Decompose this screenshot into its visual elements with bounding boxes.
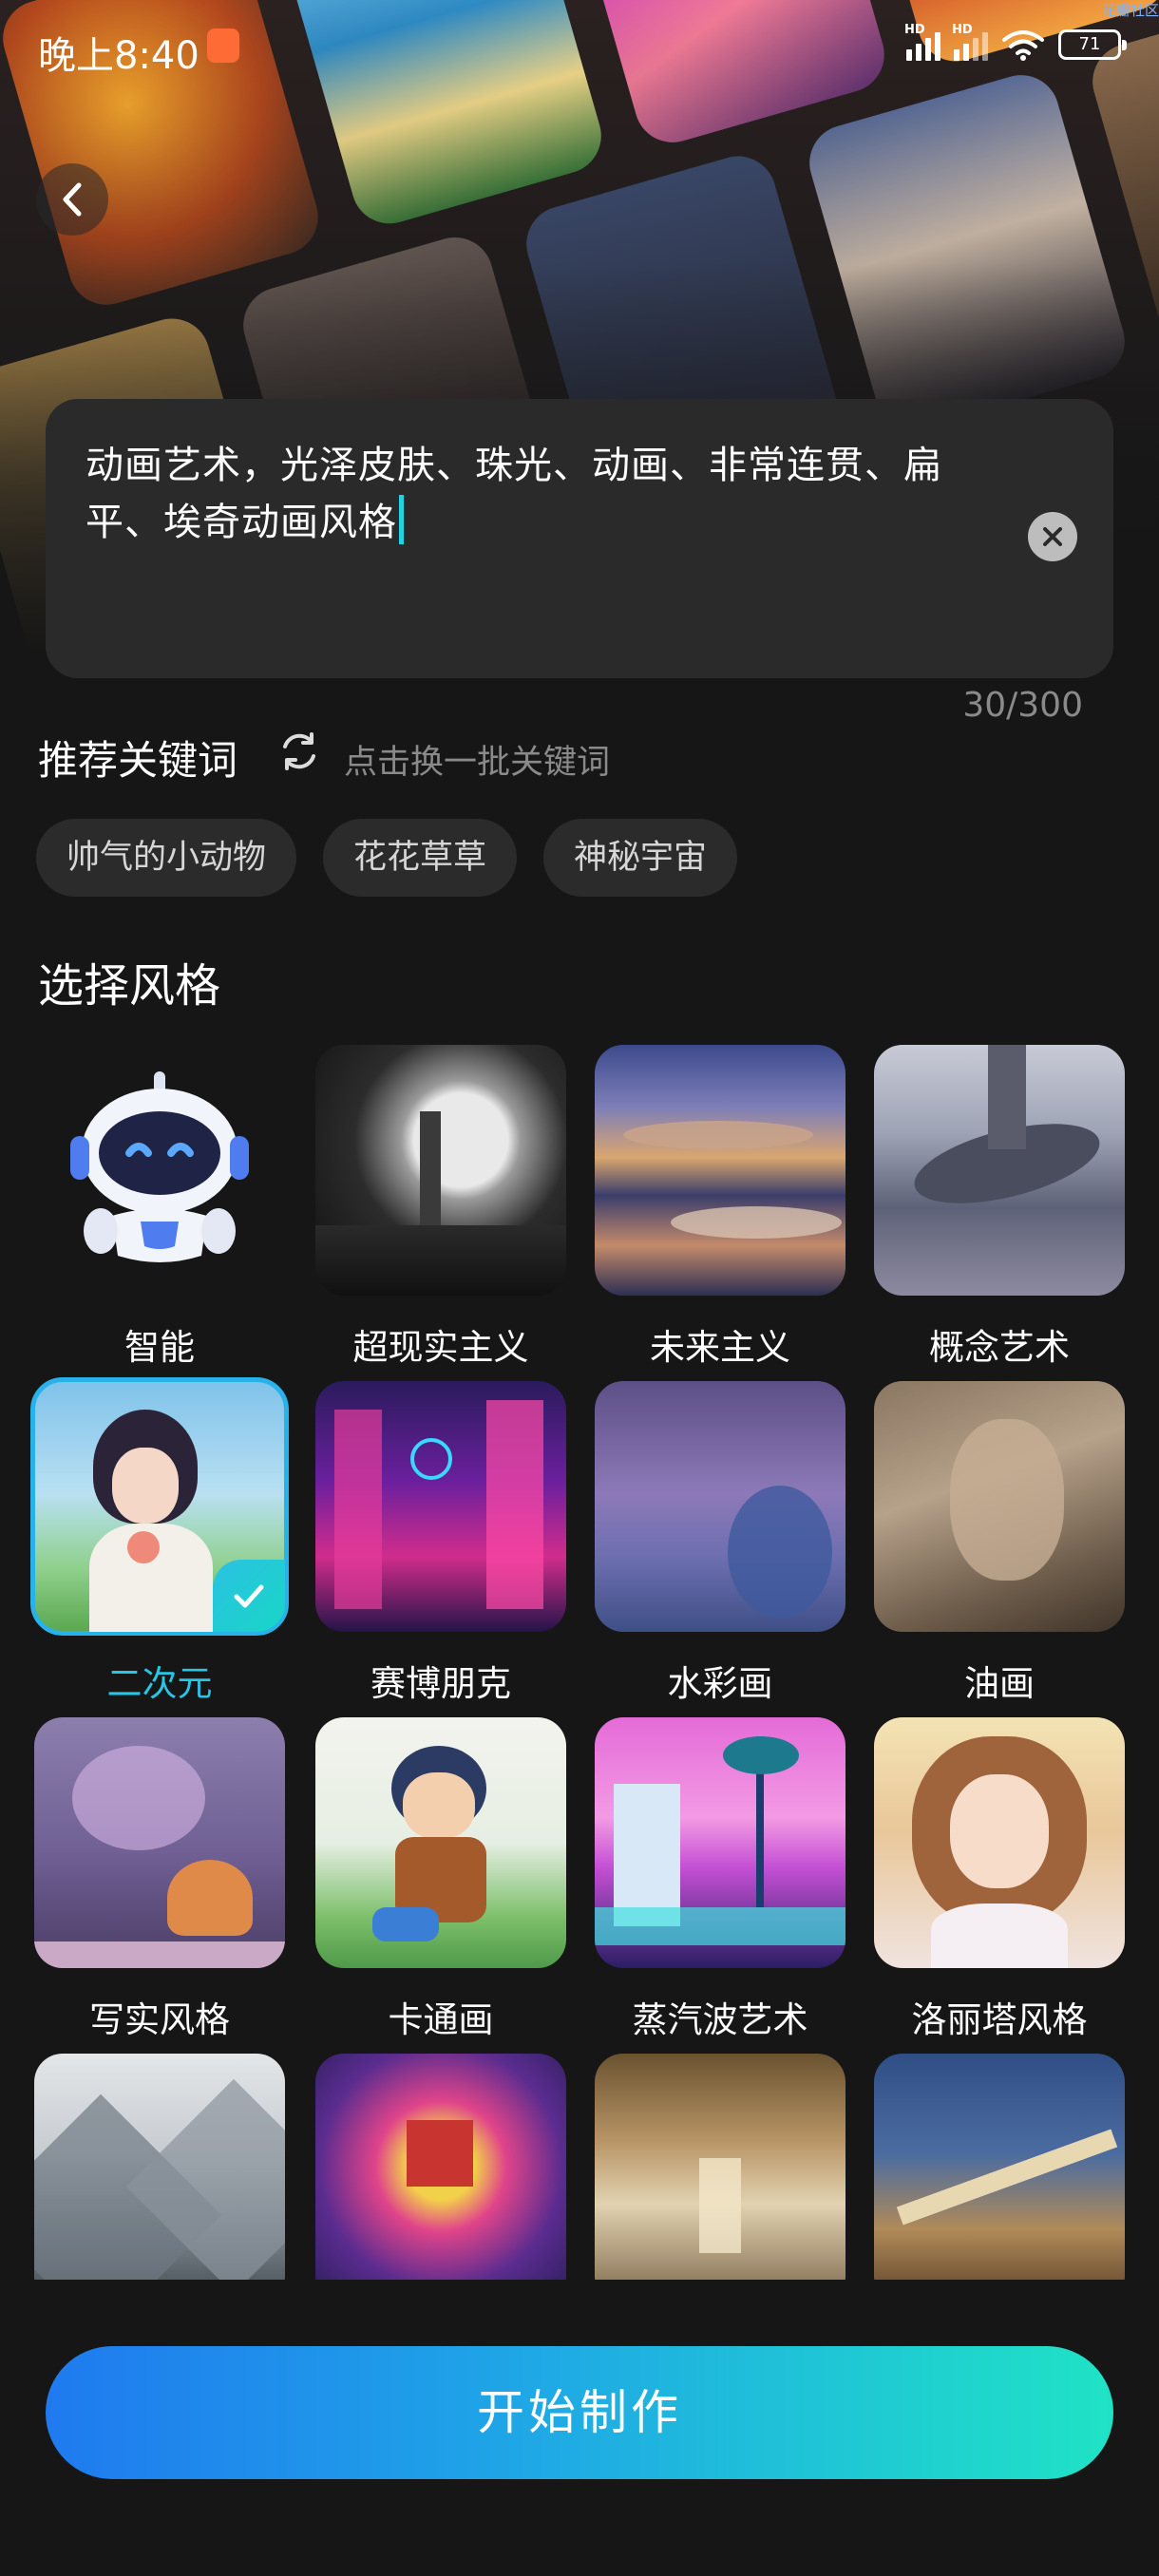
text-caret	[399, 495, 404, 544]
ai-art-create-page: 晚上8:40 HD HD 71 花瓣社区 动画艺术，光泽皮肤、珠光、动画、非常连…	[0, 0, 1159, 2576]
clear-input-button[interactable]	[1028, 512, 1077, 561]
style-thumbnail	[34, 2054, 285, 2280]
signal-hd-label: HD	[952, 23, 973, 37]
style-item-anime[interactable]: 二次元	[30, 1377, 289, 1706]
notification-app-icon	[207, 28, 239, 63]
chevron-left-icon	[63, 182, 82, 217]
style-thumbnail	[595, 1381, 846, 1632]
style-item-ink-painting[interactable]	[34, 2054, 285, 2280]
prompt-input-box[interactable]: 动画艺术，光泽皮肤、珠光、动画、非常连贯、扁平、埃奇动画风格	[46, 399, 1113, 678]
status-bar: 晚上8:40 HD HD 71 花瓣社区	[0, 0, 1159, 95]
watermark-tag: 花瓣社区	[1101, 2, 1159, 19]
character-count: 30/300	[962, 686, 1083, 725]
style-thumbnail	[874, 2054, 1125, 2280]
style-item-oil-painting[interactable]: 油画	[874, 1381, 1125, 1706]
close-icon	[1043, 527, 1062, 546]
style-item-vaporwave[interactable]: 蒸汽波艺术	[595, 1717, 846, 2042]
style-thumbnail	[315, 1381, 566, 1632]
style-label: 蒸汽波艺术	[632, 1999, 808, 2040]
style-thumbnail	[34, 1045, 285, 1296]
style-item-cartoon[interactable]: 卡通画	[315, 1717, 566, 2042]
style-item-concept-art[interactable]: 概念艺术	[874, 1045, 1125, 1370]
keyword-chip[interactable]: 神秘宇宙	[543, 819, 738, 897]
style-thumbnail	[315, 1045, 566, 1296]
signal-hd-label: HD	[904, 23, 925, 37]
style-thumbnail	[315, 2054, 566, 2280]
style-label: 洛丽塔风格	[911, 1999, 1088, 2040]
style-label: 超现实主义	[352, 1327, 529, 1368]
style-label: 写实风格	[89, 1999, 230, 2040]
style-label: 水彩画	[667, 1663, 773, 1704]
prompt-input[interactable]: 动画艺术，光泽皮肤、珠光、动画、非常连贯、扁平、埃奇动画风格	[86, 437, 1016, 551]
style-thumbnail	[595, 2054, 846, 2280]
style-label: 未来主义	[650, 1327, 790, 1368]
style-label: 二次元	[106, 1663, 213, 1704]
style-item-futurism[interactable]: 未来主义	[595, 1045, 846, 1370]
style-section-title: 选择风格	[38, 959, 221, 1013]
battery-icon: 71	[1058, 29, 1127, 60]
style-label: 赛博朋克	[370, 1663, 511, 1704]
style-label: 油画	[964, 1663, 1035, 1704]
robot-icon	[70, 1071, 249, 1262]
style-item-cyberpunk[interactable]: 赛博朋克	[315, 1381, 566, 1706]
style-item-smart[interactable]: 智能	[34, 1045, 285, 1370]
cellular-signal-icon: HD	[904, 23, 940, 61]
style-thumbnail	[874, 1381, 1125, 1632]
style-thumbnail	[874, 1717, 1125, 1968]
style-item-baroque[interactable]	[595, 2054, 846, 2280]
style-item-pixel-art[interactable]	[315, 2054, 566, 2280]
wifi-icon	[1002, 30, 1044, 61]
style-item-realistic[interactable]: 写实风格	[34, 1717, 285, 2042]
keyword-chip[interactable]: 花花草草	[323, 819, 518, 897]
style-thumbnail	[595, 1045, 846, 1296]
prompt-text: 动画艺术，光泽皮肤、珠光、动画、非常连贯、扁平、埃奇动画风格	[86, 444, 942, 544]
style-thumbnail	[874, 1045, 1125, 1296]
style-thumbnail	[30, 1377, 289, 1636]
keyword-chips: 帅气的小动物 花花草草 神秘宇宙	[36, 819, 738, 897]
refresh-icon[interactable]	[276, 728, 323, 775]
style-item-watercolor[interactable]: 水彩画	[595, 1381, 846, 1706]
style-label: 概念艺术	[929, 1327, 1070, 1368]
style-item-lolita[interactable]: 洛丽塔风格	[874, 1717, 1125, 2042]
style-item-ukiyo-e[interactable]	[874, 2054, 1125, 2280]
start-create-button[interactable]: 开始制作	[46, 2346, 1113, 2479]
back-button[interactable]	[36, 163, 108, 236]
style-thumbnail	[315, 1717, 566, 1968]
cellular-signal-icon: HD	[952, 23, 988, 61]
keyword-chip[interactable]: 帅气的小动物	[36, 819, 297, 897]
selected-badge	[213, 1560, 285, 1632]
style-thumbnail	[34, 1717, 285, 1968]
refresh-keywords-hint[interactable]: 点击换一批关键词	[344, 735, 610, 784]
style-item-surrealism[interactable]: 超现实主义	[315, 1045, 566, 1370]
style-label: 卡通画	[388, 1999, 494, 2040]
status-indicators: HD HD 71	[904, 23, 1127, 61]
status-time: 晚上8:40	[38, 34, 200, 78]
style-label: 智能	[124, 1327, 195, 1368]
keywords-title: 推荐关键词	[38, 737, 238, 784]
style-grid: 智能 超现实主义 未来主义 概念艺术 二次元 赛博朋克 水彩画 油画 写实风格 …	[0, 1035, 1159, 2280]
check-icon	[234, 1584, 264, 1608]
style-thumbnail	[595, 1717, 846, 1968]
